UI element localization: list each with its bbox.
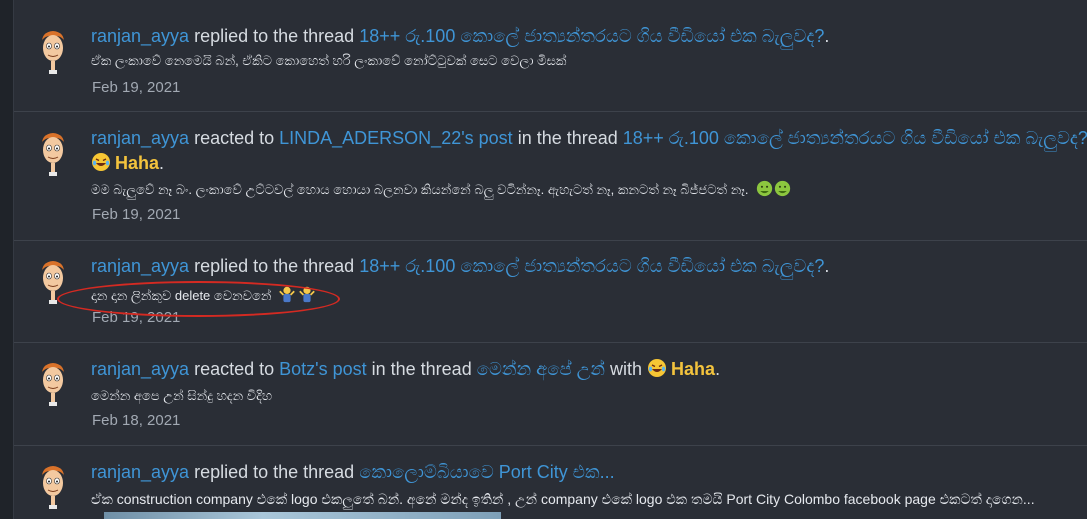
username-link[interactable]: ranjan_ayya bbox=[91, 256, 189, 276]
list-item: ranjan_ayya replied to the thread කොලොම්… bbox=[14, 445, 1087, 519]
avatar[interactable] bbox=[36, 130, 70, 176]
punctuation: . bbox=[824, 256, 830, 276]
laughing-emoji-icon bbox=[648, 359, 667, 377]
list-item: ranjan_ayya replied to the thread 18++ ර… bbox=[14, 0, 1087, 112]
list-item: ranjan_ayya reacted to LINDA_ADERSON_22'… bbox=[14, 111, 1087, 241]
punctuation: . bbox=[824, 26, 830, 46]
username-link[interactable]: ranjan_ayya bbox=[91, 26, 189, 46]
reaction-label: Haha bbox=[671, 359, 716, 379]
content-snippet: ඒක construction company එකේ logo එකලුතේ … bbox=[91, 491, 1035, 507]
list-item: ranjan_ayya reacted to Botz's post in th… bbox=[14, 342, 1087, 446]
person-shrugging-icon bbox=[299, 286, 315, 303]
avatar[interactable] bbox=[36, 463, 70, 509]
avatar[interactable] bbox=[36, 28, 70, 74]
activity-feed: ranjan_ayya replied to the thread 18++ ර… bbox=[13, 0, 1087, 519]
content-snippet: ඒක ලංකාවේ නෙමෙයි බන්, ඒකිට කොහෙත් හරි ලං… bbox=[91, 53, 567, 68]
reaction-label: Haha bbox=[115, 153, 160, 173]
action-text: replied to the thread bbox=[189, 256, 360, 276]
action-text: with bbox=[605, 359, 648, 379]
content-snippet: මෙන්න අපෙ උන් සින්දු හදන විදිහ bbox=[91, 388, 273, 403]
thread-link[interactable]: මෙන්න අපේ උන් bbox=[477, 359, 605, 379]
punctuation: . bbox=[715, 359, 721, 379]
action-text: reacted to bbox=[189, 359, 280, 379]
content-snippet: මම බැලුවේ නෑ බං. ලංකාවේ උට්ටවල් හොය හොයා… bbox=[91, 182, 749, 197]
action-text: replied to the thread bbox=[189, 462, 360, 482]
nauseated-face-icon bbox=[774, 180, 791, 197]
punctuation: . bbox=[159, 153, 165, 173]
post-link[interactable]: LINDA_ADERSON_22's post bbox=[279, 128, 513, 148]
list-item: ranjan_ayya replied to the thread 18++ ර… bbox=[14, 240, 1087, 343]
timestamp[interactable]: Feb 19, 2021 bbox=[92, 79, 180, 97]
avatar[interactable] bbox=[36, 258, 70, 304]
laughing-emoji-icon bbox=[92, 153, 110, 171]
thread-link[interactable]: 18++ රු.100 කොලේ ජාත්‍යන්තරයට ගිය වීඩියෝ… bbox=[359, 26, 824, 46]
post-link[interactable]: Botz's post bbox=[279, 359, 366, 379]
thread-link[interactable]: 18++ රු.100 කොලේ ජාත්‍යන්තරයට ගිය වීඩියෝ… bbox=[359, 256, 824, 276]
timestamp[interactable]: Feb 18, 2021 bbox=[92, 412, 180, 430]
thread-link[interactable]: 18++ රු.100 කොලේ ජාත්‍යන්තරයට ගිය වීඩියෝ… bbox=[623, 128, 1087, 148]
username-link[interactable]: ranjan_ayya bbox=[91, 128, 189, 148]
avatar[interactable] bbox=[36, 360, 70, 406]
person-shrugging-icon bbox=[279, 286, 295, 303]
action-text: in the thread bbox=[512, 128, 623, 148]
action-text: reacted to bbox=[189, 128, 280, 148]
attachment-thumbnail[interactable] bbox=[104, 512, 501, 519]
thread-link[interactable]: කොලොම්බියාවෙ Port City එක... bbox=[359, 462, 614, 482]
username-link[interactable]: ranjan_ayya bbox=[91, 462, 189, 482]
action-text: in the thread bbox=[366, 359, 477, 379]
action-text: replied to the thread bbox=[189, 26, 360, 46]
username-link[interactable]: ranjan_ayya bbox=[91, 359, 189, 379]
timestamp[interactable]: Feb 19, 2021 bbox=[92, 206, 180, 224]
content-snippet: දාන දාන ලින්කුව delete වෙනවනේ bbox=[91, 288, 272, 303]
nauseated-face-icon bbox=[756, 180, 773, 197]
timestamp[interactable]: Feb 19, 2021 bbox=[92, 309, 180, 327]
